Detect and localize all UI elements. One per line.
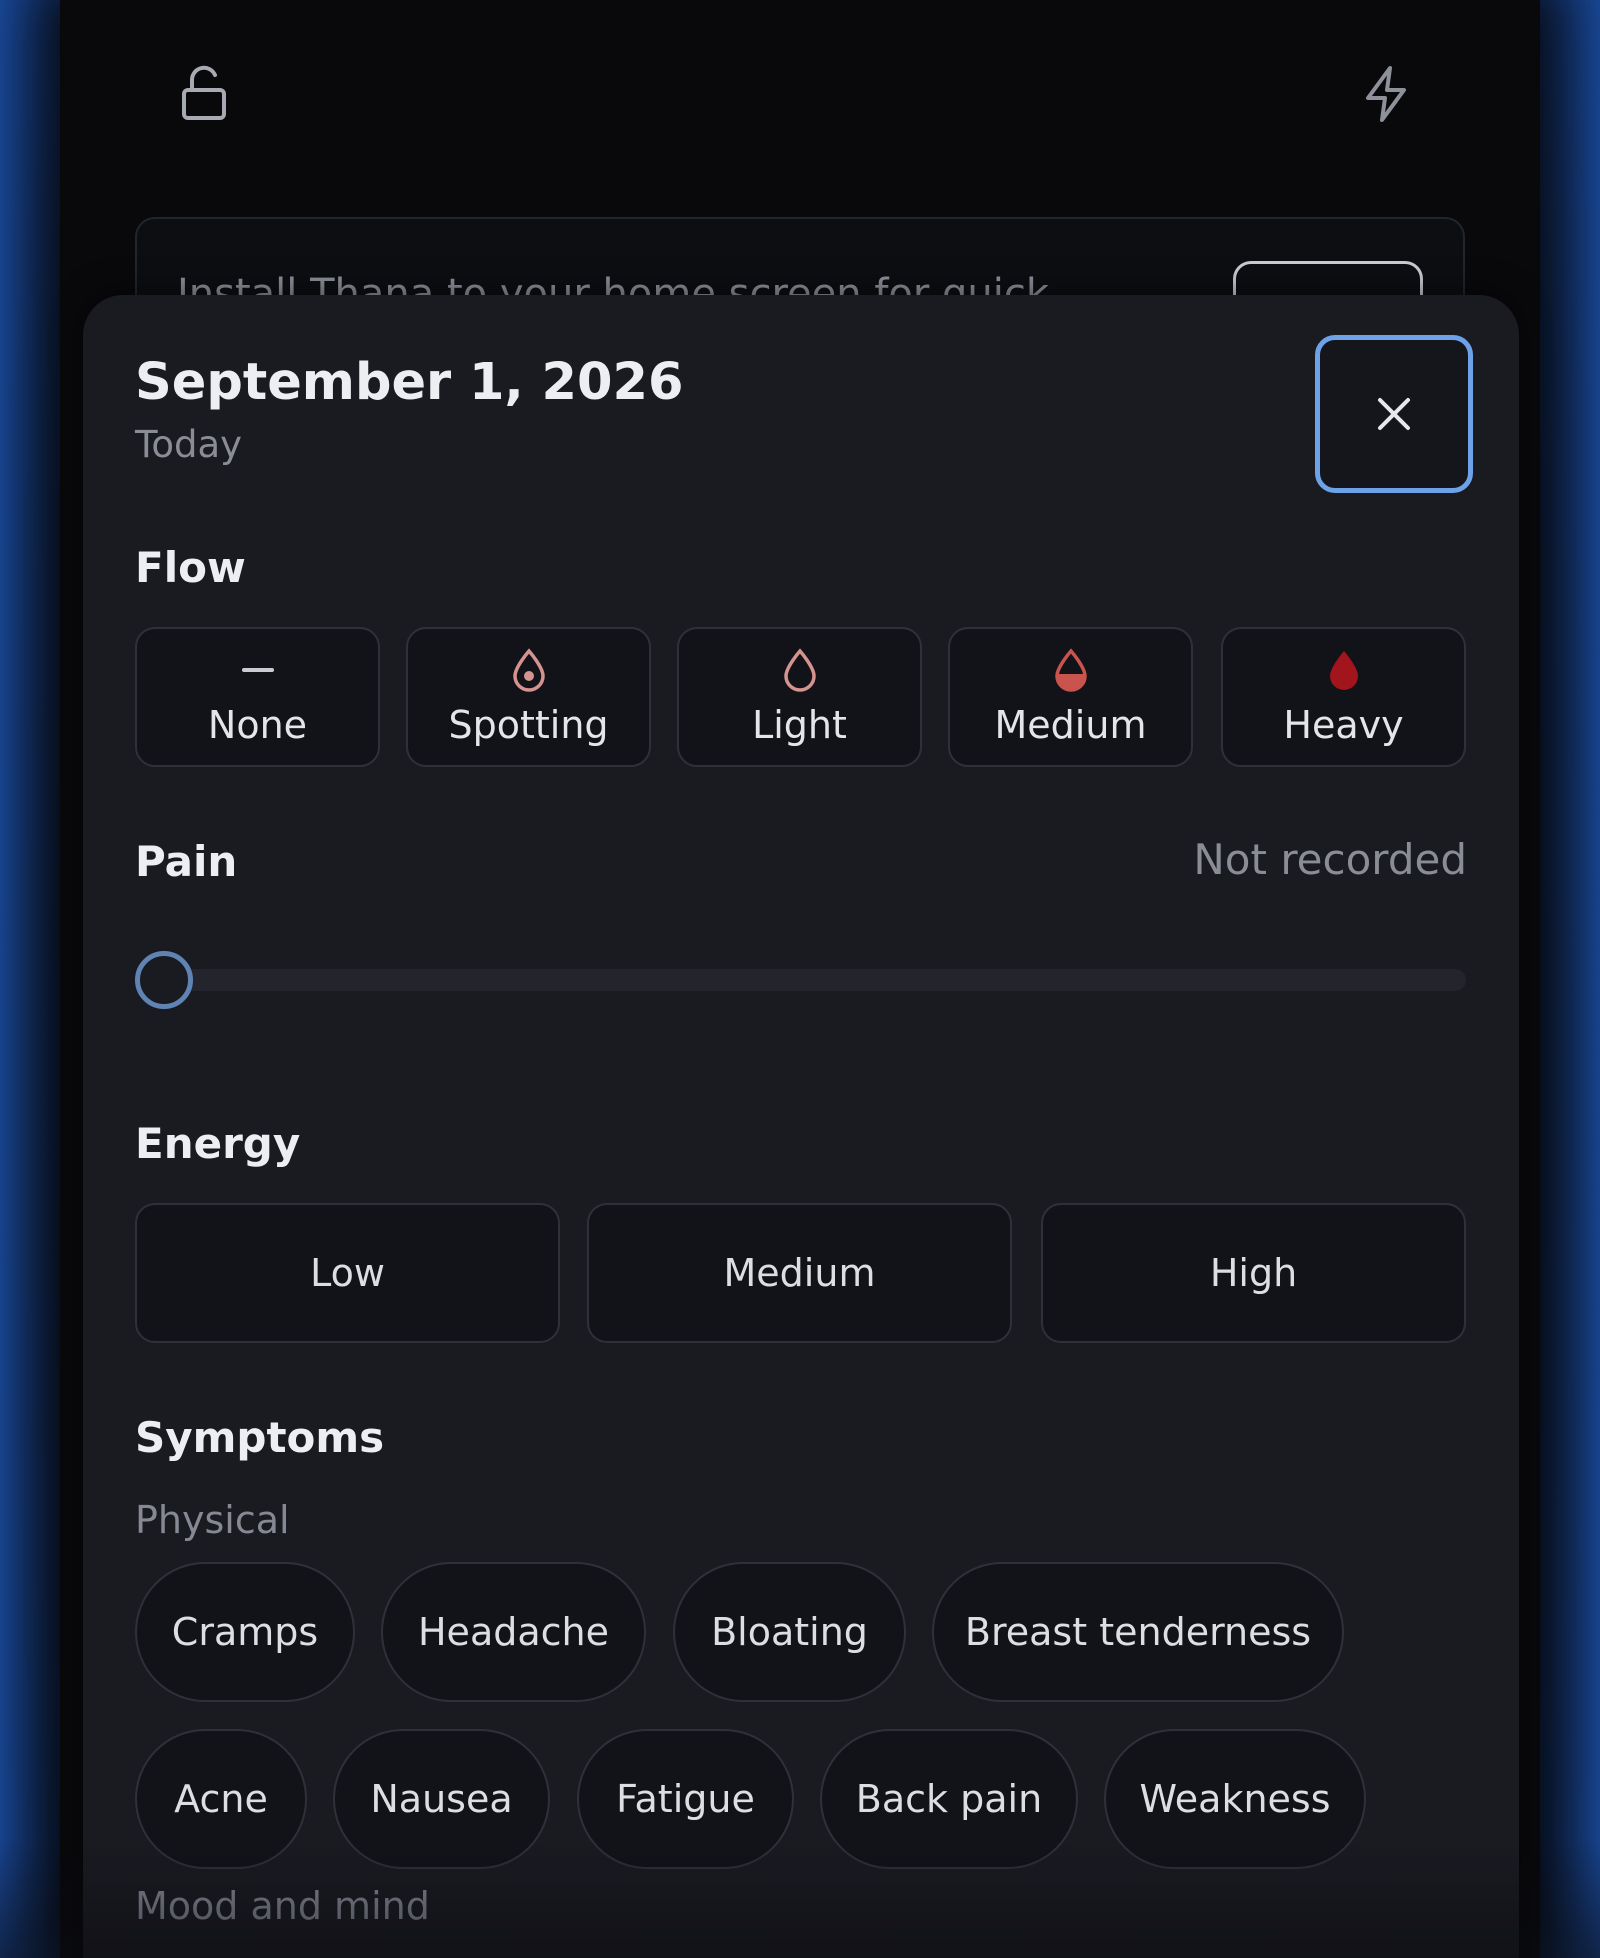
sheet-date-subtitle: Today: [135, 423, 243, 466]
lock-icon[interactable]: [172, 62, 236, 126]
energy-label: Energy: [135, 1119, 301, 1168]
symptom-chip-nausea[interactable]: Nausea: [333, 1729, 550, 1869]
symptom-chip-cramps[interactable]: Cramps: [135, 1562, 355, 1702]
symptom-chip-back-pain[interactable]: Back pain: [820, 1729, 1078, 1869]
energy-option-low[interactable]: Low: [135, 1203, 560, 1343]
drop-half-icon: [1049, 647, 1093, 693]
drop-outline-icon: [778, 647, 822, 693]
flow-option-label: Light: [752, 703, 847, 747]
pain-slider-track[interactable]: [135, 969, 1466, 991]
symptom-chip-headache[interactable]: Headache: [381, 1562, 646, 1702]
day-log-sheet: September 1, 2026 Today Flow None Spotti…: [83, 295, 1519, 1958]
flow-options: None Spotting Light Medium Heavy: [135, 627, 1466, 767]
sheet-date-title: September 1, 2026: [135, 353, 684, 412]
pain-label: Pain: [135, 837, 238, 886]
flow-option-none[interactable]: None: [135, 627, 380, 767]
symptom-chip-weakness[interactable]: Weakness: [1104, 1729, 1366, 1869]
flow-label: Flow: [135, 543, 246, 592]
flow-option-spotting[interactable]: Spotting: [406, 627, 651, 767]
physical-label: Physical: [135, 1498, 290, 1542]
energy-option-medium[interactable]: Medium: [587, 1203, 1012, 1343]
flow-option-light[interactable]: Light: [677, 627, 922, 767]
close-button[interactable]: [1315, 335, 1473, 493]
flow-option-label: Heavy: [1283, 703, 1404, 747]
drop-filled-icon: [1322, 647, 1366, 693]
mood-and-mind-label: Mood and mind: [135, 1884, 430, 1928]
flow-option-label: Spotting: [448, 703, 609, 747]
close-icon: [1378, 398, 1410, 430]
energy-option-high[interactable]: High: [1041, 1203, 1466, 1343]
energy-options: Low Medium High: [135, 1203, 1466, 1343]
symptom-chip-acne[interactable]: Acne: [135, 1729, 307, 1869]
symptoms-label: Symptoms: [135, 1413, 385, 1462]
flow-option-heavy[interactable]: Heavy: [1221, 627, 1466, 767]
symptom-chip-fatigue[interactable]: Fatigue: [577, 1729, 794, 1869]
symptom-chip-bloating[interactable]: Bloating: [673, 1562, 906, 1702]
pain-status: Not recorded: [1193, 835, 1467, 884]
dash-icon: [236, 647, 280, 693]
flow-option-label: Medium: [994, 703, 1147, 747]
pain-slider-thumb[interactable]: [135, 951, 193, 1009]
lightning-icon[interactable]: [1354, 62, 1418, 126]
flow-option-label: None: [207, 703, 308, 747]
flow-option-medium[interactable]: Medium: [948, 627, 1193, 767]
drop-dot-icon: [507, 647, 551, 693]
symptom-chip-breast-tenderness[interactable]: Breast tenderness: [932, 1562, 1344, 1702]
